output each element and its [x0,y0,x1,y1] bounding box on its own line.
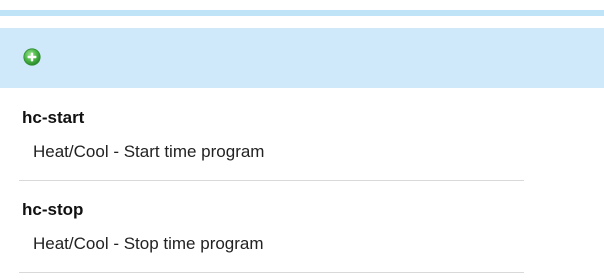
divider [19,272,524,273]
program-list: hc-start Heat/Cool - Start time program … [0,89,604,273]
add-button[interactable] [23,48,41,66]
list-item[interactable]: hc-start Heat/Cool - Start time program [0,89,524,181]
toolbar [0,28,604,88]
app-root: hc-start Heat/Cool - Start time program … [0,0,604,280]
plus-circle-icon [23,48,41,66]
item-description: Heat/Cool - Stop time program [33,234,264,253]
top-strip-bar [0,10,604,16]
item-name: hc-stop [22,200,84,219]
list-item[interactable]: hc-stop Heat/Cool - Stop time program [0,181,524,273]
item-description: Heat/Cool - Start time program [33,142,265,161]
top-strip [0,0,604,18]
item-name: hc-start [22,108,85,127]
